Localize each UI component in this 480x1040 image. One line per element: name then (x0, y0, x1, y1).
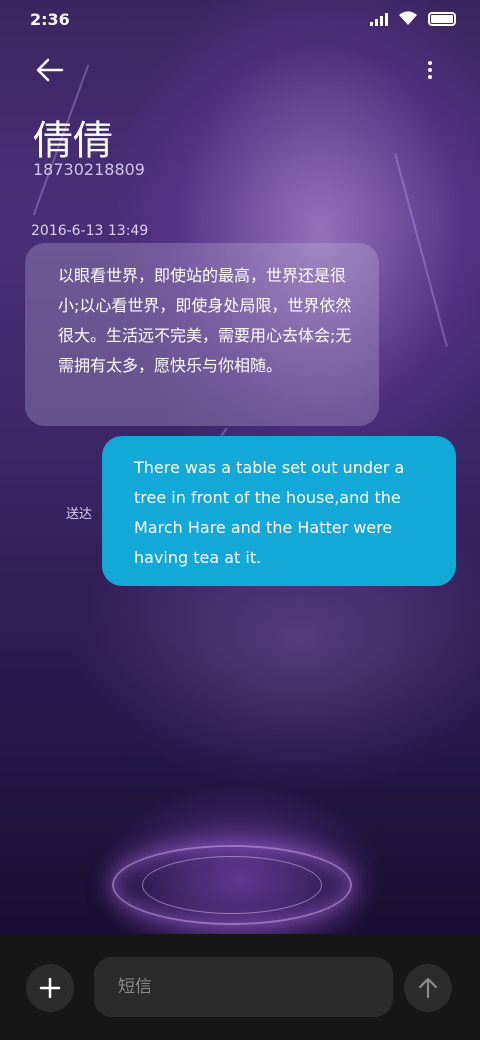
more-vertical-icon (428, 61, 432, 65)
contact-name: 倩倩 (33, 118, 113, 164)
background-lightning (394, 153, 448, 347)
arrow-up-icon (418, 977, 438, 999)
more-options-button[interactable] (418, 55, 442, 85)
send-button[interactable] (404, 964, 452, 1012)
message-timestamp: 2016-6-13 13:49 (31, 223, 149, 239)
background-magic-circle-inner (142, 856, 322, 914)
wifi-icon (399, 11, 417, 25)
back-button[interactable] (28, 55, 68, 85)
status-time: 2:36 (30, 10, 70, 29)
outgoing-message-bubble[interactable]: There was a table set out under a tree i… (102, 436, 456, 586)
incoming-message-bubble[interactable]: 以眼看世界，即使站的最高，世界还是很小;以心看世界，即使身处局限，世界依然很大。… (25, 243, 379, 426)
back-arrow-icon (36, 58, 64, 82)
incoming-message-text: 以眼看世界，即使站的最高，世界还是很小;以心看世界，即使身处局限，世界依然很大。… (58, 266, 352, 375)
status-icons (370, 11, 456, 26)
add-attachment-button[interactable] (26, 964, 74, 1012)
status-bar: 2:36 (0, 0, 480, 40)
signal-icon (370, 12, 388, 26)
contact-number[interactable]: 18730218809 (33, 160, 145, 179)
outgoing-message-text: There was a table set out under a tree i… (134, 458, 405, 567)
message-input[interactable] (94, 957, 393, 1017)
battery-icon (428, 11, 456, 26)
sent-status: 送达 (66, 507, 93, 522)
plus-icon (39, 977, 61, 999)
